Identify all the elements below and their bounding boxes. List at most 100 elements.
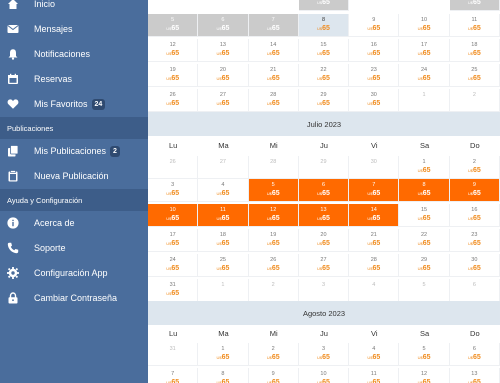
calendar-day[interactable]: 23 U$65 (349, 64, 400, 87)
calendar-day[interactable]: 17 U$65 (148, 229, 199, 252)
calendar-day[interactable]: 3 U$65 (148, 179, 199, 202)
calendar-day[interactable]: 15 U$65 (298, 39, 350, 62)
calendar-day[interactable]: 26 (148, 156, 199, 179)
calendar-day[interactable]: 20 U$65 (298, 229, 350, 252)
sidebar-item-cambiar-contrasena[interactable]: Cambiar Contraseña (0, 286, 148, 310)
calendar-day[interactable]: 18 U$65 (449, 39, 500, 62)
calendar-day[interactable]: 7 U$65 (248, 14, 299, 37)
sidebar-item-soporte[interactable]: Soporte (0, 236, 148, 260)
calendar-day[interactable]: 28 U$65 (248, 89, 299, 112)
calendar-day[interactable]: 26 U$65 (148, 89, 199, 112)
calendar-day[interactable]: 5 (399, 279, 450, 302)
sidebar-item-mensajes[interactable]: Mensajes (0, 17, 148, 41)
calendar-day[interactable]: 18 U$65 (198, 229, 249, 252)
calendar-day[interactable]: 10 U$65 (299, 368, 350, 383)
calendar-day[interactable]: 12 U$65 (248, 204, 299, 227)
calendar-day[interactable]: 9 U$65 (349, 14, 400, 37)
calendar-day[interactable]: 15 U$65 (399, 204, 450, 227)
calendar-day[interactable]: 1 U$65 (198, 343, 249, 366)
calendar-day[interactable]: 31 U$65 (148, 279, 199, 302)
calendar-day[interactable]: 29 (298, 156, 350, 179)
calendar-day[interactable]: 13 U$65 (198, 39, 249, 62)
month-header: Julio 2023 (148, 112, 500, 136)
calendar-day[interactable]: 23 U$65 (449, 229, 500, 252)
calendar-day[interactable]: 16 U$65 (449, 204, 500, 227)
calendar-day[interactable]: 19 U$65 (148, 64, 199, 87)
calendar-day[interactable]: 9 U$65 (449, 179, 500, 202)
sidebar-item-notificaciones[interactable]: Notificaciones (0, 42, 148, 66)
calendar-day[interactable]: 14 U$65 (349, 204, 400, 227)
calendar-day[interactable]: 8 U$65 (298, 14, 350, 37)
calendar-day[interactable]: 27 (198, 156, 249, 179)
calendar-day[interactable]: 26 U$65 (248, 254, 299, 277)
calendar-day[interactable]: 12 U$65 (148, 39, 199, 62)
sidebar-item-mis-favoritos[interactable]: Mis Favoritos 24 (0, 92, 148, 116)
calendar-day[interactable]: 27 U$65 (298, 254, 350, 277)
sidebar-item-configuracion-app[interactable]: Configuración App (0, 261, 148, 285)
calendar-day[interactable]: 29 U$65 (399, 254, 450, 277)
calendar-day[interactable]: 1 U$65 (399, 156, 450, 179)
calendar-day[interactable]: 20 U$65 (198, 64, 249, 87)
calendar-day[interactable]: 10 U$65 (399, 14, 450, 37)
calendar-day[interactable]: 11 U$65 (198, 204, 249, 227)
calendar-day[interactable]: 4 U$65 (349, 343, 400, 366)
calendar-day[interactable]: U$65 (298, 0, 350, 11)
calendar-day[interactable]: 2 (248, 279, 299, 302)
calendar-day[interactable]: 10 U$65 (148, 204, 199, 227)
calendar-day[interactable]: 14 U$65 (248, 39, 299, 62)
calendar-day[interactable]: 2 (449, 89, 500, 112)
calendar[interactable]: U$65 U$65 5 U$65 6 U$65 7 U$65 8 U$65 9 U$65 10 U$65 1… (148, 0, 500, 383)
calendar-day[interactable]: 28 U$65 (349, 254, 400, 277)
calendar-day[interactable]: 1 (399, 89, 450, 112)
calendar-day[interactable]: 27 U$65 (198, 89, 249, 112)
calendar-day[interactable]: 24 U$65 (399, 64, 450, 87)
calendar-day[interactable]: 25 U$65 (449, 64, 500, 87)
calendar-day[interactable]: U$65 (449, 0, 500, 11)
sidebar-item-inicio[interactable]: Inicio (0, 0, 148, 16)
calendar-day[interactable]: 8 U$65 (198, 368, 249, 383)
calendar-day[interactable]: 13 U$65 (450, 368, 500, 383)
calendar-day[interactable]: 6 (449, 279, 500, 302)
sidebar-item-nueva-publicacion[interactable]: Nueva Publicación (0, 164, 148, 188)
calendar-day[interactable]: 31 (148, 343, 199, 366)
calendar-day[interactable]: 4 (349, 279, 400, 302)
calendar-day[interactable]: 21 U$65 (248, 64, 299, 87)
calendar-day[interactable]: 12 U$65 (399, 368, 450, 383)
calendar-day[interactable]: 21 U$65 (349, 229, 400, 252)
sidebar-item-acerca-de[interactable]: Acerca de (0, 211, 148, 235)
calendar-day[interactable]: 24 U$65 (148, 254, 199, 277)
calendar-day[interactable]: 17 U$65 (399, 39, 450, 62)
sidebar-item-mis-publicaciones[interactable]: Mis Publicaciones 2 (0, 139, 148, 163)
calendar-day[interactable]: 6 U$65 (449, 343, 500, 366)
calendar-day[interactable]: 13 U$65 (298, 204, 350, 227)
calendar-day[interactable]: 29 U$65 (298, 89, 350, 112)
calendar-day[interactable]: 5 U$65 (399, 343, 450, 366)
calendar-day[interactable]: 6 U$65 (298, 179, 350, 202)
calendar-day[interactable]: 16 U$65 (349, 39, 400, 62)
calendar-day[interactable]: 9 U$65 (249, 368, 299, 383)
calendar-day[interactable]: 30 U$65 (349, 89, 400, 112)
calendar-day[interactable]: 1 (198, 279, 249, 302)
calendar-day[interactable]: 7 U$65 (148, 368, 199, 383)
calendar-day[interactable]: 8 U$65 (399, 179, 450, 202)
calendar-day[interactable]: 30 (349, 156, 400, 179)
calendar-day[interactable]: 7 U$65 (349, 179, 400, 202)
calendar-day[interactable]: 30 U$65 (449, 254, 500, 277)
calendar-day[interactable]: 3 (298, 279, 350, 302)
calendar-day[interactable]: 3 U$65 (298, 343, 350, 366)
calendar-day[interactable]: 5 U$65 (148, 14, 199, 37)
calendar-day[interactable]: 2 U$65 (248, 343, 299, 366)
calendar-day[interactable]: 11 U$65 (349, 368, 400, 383)
sidebar-item-reservas[interactable]: Reservas (0, 67, 148, 91)
calendar-day[interactable]: 4 U$65 (198, 179, 249, 202)
calendar-day[interactable]: 2 U$65 (449, 156, 500, 179)
calendar-day[interactable]: 25 U$65 (198, 254, 249, 277)
calendar-day[interactable]: 6 U$65 (198, 14, 249, 37)
calendar-day[interactable]: 28 (248, 156, 299, 179)
calendar-day[interactable]: 5 U$65 (248, 179, 299, 202)
calendar-day[interactable]: 19 U$65 (248, 229, 299, 252)
calendar-day[interactable]: 11 U$65 (449, 14, 500, 37)
calendar-day[interactable]: 22 U$65 (298, 64, 350, 87)
day-price: U$65 (216, 215, 230, 222)
calendar-day[interactable]: 22 U$65 (399, 229, 450, 252)
